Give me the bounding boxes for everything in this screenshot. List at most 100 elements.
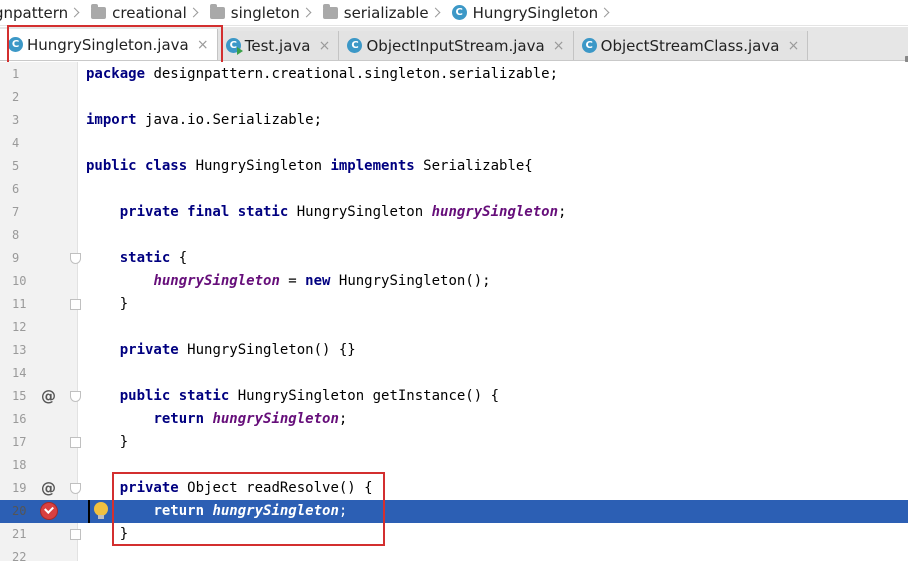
tab-test-java[interactable]: C Test.java × [217, 31, 340, 60]
keyword-token: new [305, 273, 339, 289]
editor-tab-bar: C HungrySingleton.java × C Test.java × C Object… [0, 27, 908, 61]
java-class-icon: C [225, 38, 243, 55]
code-line[interactable]: 18 [0, 454, 908, 477]
line-number: 20 [12, 504, 27, 518]
code-text: return hungrySingleton; [86, 500, 347, 523]
breadcrumb-item-hungrysingleton[interactable]: C HungrySingleton [444, 0, 614, 25]
code-text: import java.io.Serializable; [86, 109, 322, 132]
field-token: hungrySingleton [212, 411, 339, 427]
code-line[interactable]: 1 package designpattern.creational.single… [0, 63, 908, 86]
chevron-right-icon [301, 7, 312, 18]
folder-icon [209, 3, 225, 19]
breakpoint-icon[interactable] [40, 502, 58, 520]
fold-toggle-icon[interactable] [70, 391, 81, 402]
code-line[interactable]: 17 } [0, 431, 908, 454]
breadcrumb-item-gnpattern[interactable]: gnpattern [0, 0, 83, 25]
code-token: designpattern.creational.singleton.seria… [153, 66, 559, 82]
code-line[interactable]: 2 [0, 86, 908, 109]
code-text: package designpattern.creational.singlet… [86, 63, 558, 86]
keyword-token: private [119, 342, 188, 358]
line-number: 1 [12, 67, 20, 81]
keyword-token: public class [86, 158, 196, 174]
code-line[interactable]: 12 [0, 316, 908, 339]
line-number: 7 [12, 205, 20, 219]
line-number: 5 [12, 159, 20, 173]
close-icon[interactable]: × [195, 37, 211, 53]
code-line[interactable]: 13 private HungrySingleton() {} [0, 339, 908, 362]
java-class-icon: C [8, 37, 23, 52]
code-line[interactable]: 22 [0, 546, 908, 561]
chevron-right-icon [188, 7, 199, 18]
chevron-right-icon [599, 7, 610, 18]
fold-toggle-icon[interactable] [70, 529, 81, 540]
field-token: hungrySingleton [212, 503, 339, 519]
tab-hungrysingleton-java[interactable]: C HungrySingleton.java × [0, 29, 218, 60]
code-line[interactable]: 6 [0, 178, 908, 201]
code-line[interactable]: 5 public class HungrySingleton implements… [0, 155, 908, 178]
chevron-right-icon [69, 7, 80, 18]
line-number: 10 [12, 274, 27, 288]
java-class-icon: C [581, 38, 597, 53]
code-text: return hungrySingleton; [86, 408, 347, 431]
code-editor[interactable]: 1 package designpattern.creational.single… [0, 62, 908, 561]
code-line[interactable]: 7 private final static HungrySingleton h… [0, 201, 908, 224]
field-token: hungrySingleton [431, 204, 559, 220]
breadcrumb-item-creational[interactable]: creational [83, 0, 202, 25]
code-line[interactable]: 10 hungrySingleton = new HungrySingleton… [0, 270, 908, 293]
code-token: } [86, 526, 129, 542]
line-number: 8 [12, 228, 20, 242]
code-line[interactable]: 15 @ public static HungrySingleton getIns… [0, 385, 908, 408]
class-icon: C [451, 5, 467, 20]
code-line[interactable]: 11 } [0, 293, 908, 316]
override-marker-icon[interactable]: @ [41, 385, 56, 408]
code-line[interactable]: 19 @ private Object readResolve() { [0, 477, 908, 500]
line-number: 9 [12, 251, 20, 265]
code-token: HungrySingleton [296, 204, 432, 220]
keyword-token: static [119, 250, 179, 266]
code-line[interactable]: 3 import java.io.Serializable; [0, 109, 908, 132]
code-token: = [279, 273, 306, 289]
code-line[interactable]: 9 static { [0, 247, 908, 270]
tab-objectstreamclass-java[interactable]: C ObjectStreamClass.java × [573, 31, 809, 60]
fold-toggle-icon[interactable] [70, 437, 81, 448]
fold-toggle-icon[interactable] [70, 299, 81, 310]
breadcrumb-item-singleton[interactable]: singleton [202, 0, 315, 25]
line-number: 11 [12, 297, 27, 311]
line-number: 19 [12, 481, 27, 495]
code-line[interactable]: 20 return hungrySingleton; [0, 500, 908, 523]
close-icon[interactable]: × [785, 38, 801, 54]
close-icon[interactable]: × [316, 38, 332, 54]
override-marker-icon[interactable]: @ [41, 477, 56, 500]
tab-objectinputstream-java[interactable]: C ObjectInputStream.java × [339, 31, 574, 60]
keyword-token: private [119, 480, 188, 496]
code-line[interactable]: 8 [0, 224, 908, 247]
code-line[interactable]: 21 } [0, 523, 908, 546]
code-text: hungrySingleton = new HungrySingleton(); [86, 270, 490, 293]
breadcrumb-label: singleton [230, 3, 300, 22]
code-line[interactable]: 16 return hungrySingleton; [0, 408, 908, 431]
keyword-token: package [86, 66, 154, 82]
line-number: 3 [12, 113, 20, 127]
code-text: public class HungrySingleton implements … [86, 155, 533, 178]
fold-toggle-icon[interactable] [70, 253, 81, 264]
tab-label: ObjectInputStream.java [366, 36, 545, 55]
line-number: 4 [12, 136, 20, 150]
line-number: 22 [12, 550, 27, 561]
code-text: private Object readResolve() { [86, 477, 373, 500]
code-token: Serializable{ [423, 158, 533, 174]
fold-toggle-icon[interactable] [70, 483, 81, 494]
code-token: ; [338, 503, 348, 519]
code-token: ; [338, 411, 348, 427]
code-token: HungrySingleton [195, 158, 331, 174]
line-number: 17 [12, 435, 27, 449]
close-icon[interactable]: × [551, 38, 567, 54]
code-line[interactable]: 14 [0, 362, 908, 385]
code-line[interactable]: 4 [0, 132, 908, 155]
breadcrumb-item-serializable[interactable]: serializable [315, 0, 444, 25]
keyword-token: import [86, 112, 146, 128]
code-text: private final static HungrySingleton hun… [86, 201, 567, 224]
